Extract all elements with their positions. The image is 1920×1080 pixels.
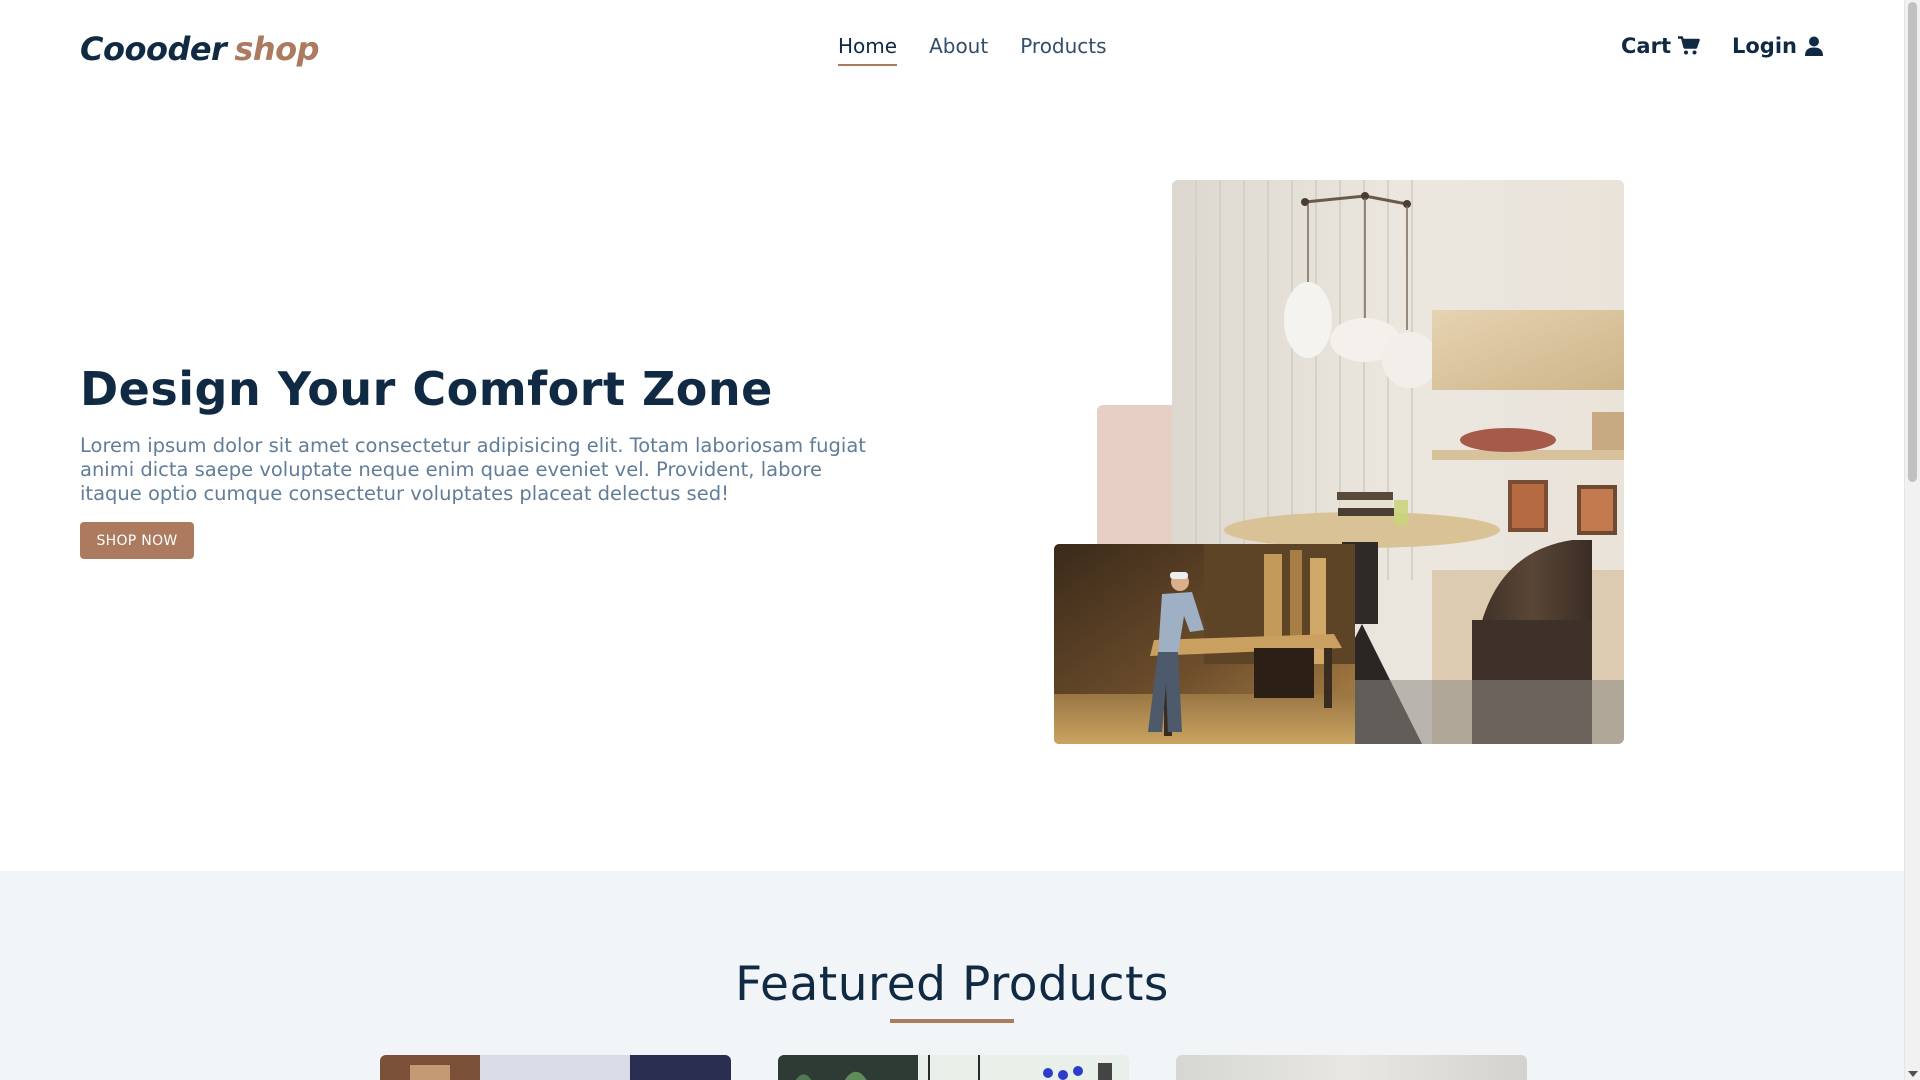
cart-label: Cart: [1621, 34, 1671, 58]
login-label: Login: [1732, 34, 1797, 58]
product-image: [1176, 1055, 1527, 1080]
main-nav: Home About Products: [838, 34, 1107, 66]
site-header: Coooder shop Home About Products Cart Log…: [0, 0, 1904, 100]
hero-workshop-image: [1054, 544, 1355, 744]
brand-accent: shop: [234, 30, 320, 68]
scrollbar-thumb[interactable]: [1908, 2, 1917, 482]
user-icon: [1805, 36, 1823, 56]
login-button[interactable]: Login: [1732, 34, 1824, 58]
hero-title: Design Your Comfort Zone: [80, 362, 773, 416]
product-image: [778, 1055, 1129, 1080]
brand-name: Coooder: [80, 30, 227, 68]
scroll-down-arrow-icon[interactable]: [1908, 1071, 1918, 1077]
hero-description: Lorem ipsum dolor sit amet consectetur a…: [80, 434, 866, 505]
featured-product-card[interactable]: [1176, 1055, 1527, 1080]
featured-product-card[interactable]: [380, 1055, 731, 1080]
shop-now-button[interactable]: SHOP NOW: [80, 522, 194, 559]
shopping-cart-icon: [1678, 36, 1700, 55]
featured-title: Featured Products: [735, 957, 1169, 1012]
nav-link-home[interactable]: Home: [838, 34, 898, 66]
brand-logo[interactable]: Coooder shop: [80, 30, 320, 68]
header-actions: Cart Login: [1621, 34, 1824, 58]
product-image: [380, 1055, 731, 1080]
page-scrollbar[interactable]: [1904, 0, 1920, 1080]
featured-product-card[interactable]: [778, 1055, 1129, 1080]
nav-link-about[interactable]: About: [929, 34, 988, 66]
cart-button[interactable]: Cart: [1621, 34, 1700, 58]
nav-link-products[interactable]: Products: [1020, 34, 1106, 66]
featured-title-underline: [890, 1019, 1014, 1023]
featured-section: Featured Products: [0, 871, 1904, 1080]
hero-image-collage: [1054, 180, 1624, 744]
